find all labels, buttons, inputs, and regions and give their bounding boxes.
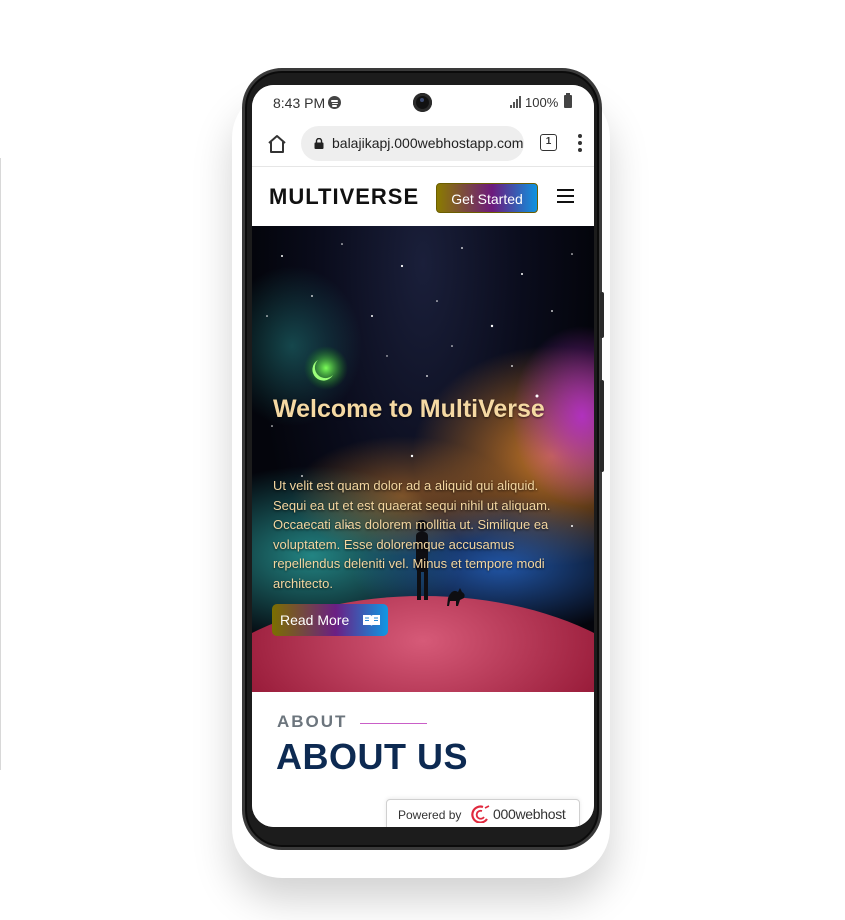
powered-by-text: Powered by: [398, 808, 462, 822]
battery-icon: [564, 93, 572, 108]
hero-description: Ut velit est quam dolor ad a aliquid qui…: [273, 478, 551, 591]
status-time: 8:43 PM: [273, 95, 326, 111]
signal-icon: [510, 96, 524, 108]
powered-by-badge[interactable]: Powered by 000webhost: [386, 799, 580, 827]
lock-icon: [314, 138, 324, 149]
hamburger-icon[interactable]: [557, 189, 574, 204]
host-brand: 000webhost: [493, 806, 566, 822]
power-button: [600, 380, 604, 472]
tabs-icon[interactable]: 1: [540, 134, 557, 151]
page-edge-divider: [0, 158, 1, 770]
get-started-button[interactable]: Get Started: [436, 183, 538, 213]
host-logo-icon: [471, 805, 490, 823]
about-divider: [360, 723, 427, 724]
hero-section: Welcome to MultiVerse Ut velit est quam …: [252, 226, 594, 692]
about-eyebrow: ABOUT: [277, 712, 348, 731]
spotify-icon: [328, 96, 341, 109]
about-section: ABOUT ABOUT US Powered by 000webhost: [252, 692, 594, 827]
browser-toolbar: balajikapj.000webhostapp.com 1: [252, 121, 594, 167]
read-more-button[interactable]: Read More: [272, 604, 388, 636]
hero-title: Welcome to MultiVerse: [273, 395, 545, 423]
menu-dots-icon[interactable]: [578, 134, 582, 152]
phone-screen: 8:43 PM 100% balajikapj.000webhostapp.co…: [252, 85, 594, 827]
volume-button: [600, 292, 604, 338]
front-camera: [413, 93, 432, 112]
site-header: MULTIVERSE Get Started: [252, 167, 594, 226]
home-icon[interactable]: [266, 133, 288, 155]
read-more-label: Read More: [280, 612, 350, 628]
status-bar: 8:43 PM 100%: [252, 85, 594, 121]
about-title: ABOUT US: [276, 736, 468, 777]
book-icon: [363, 615, 380, 626]
site-logo[interactable]: MULTIVERSE: [269, 184, 419, 210]
address-bar[interactable]: balajikapj.000webhostapp.com: [301, 126, 524, 161]
battery-percentage: 100%: [525, 95, 559, 110]
url-text: balajikapj.000webhostapp.com: [332, 135, 524, 151]
